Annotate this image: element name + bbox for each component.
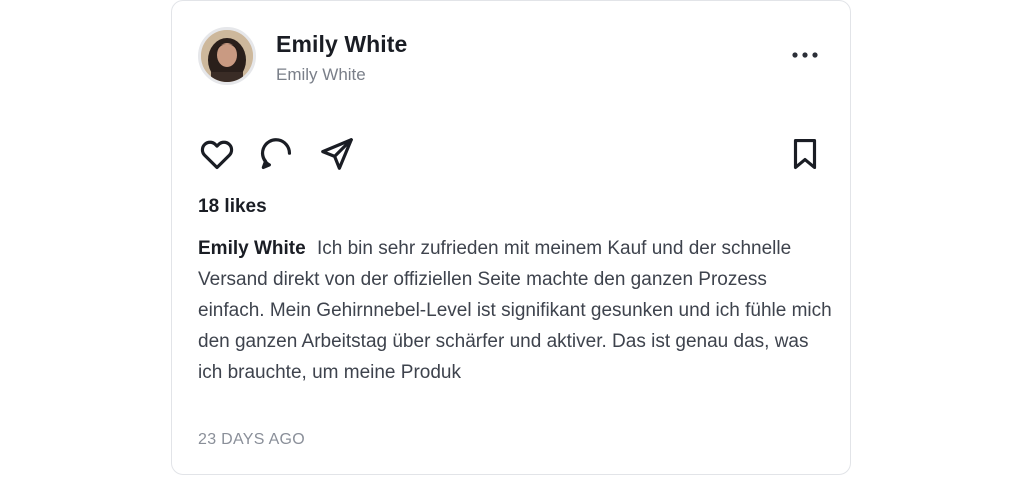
caption-author[interactable]: Emily White <box>198 238 306 259</box>
comment-icon[interactable] <box>257 135 295 173</box>
post-timestamp: 23 DAYS AGO <box>198 431 306 448</box>
caption-text: Ich bin sehr zufrieden mit meinem Kauf u… <box>198 238 832 383</box>
likes-count[interactable]: 18 likes <box>198 196 267 218</box>
send-icon[interactable] <box>318 135 356 173</box>
bookmark-icon[interactable] <box>786 135 824 173</box>
avatar-image <box>201 30 253 82</box>
author-name[interactable]: Emily White <box>276 31 407 58</box>
post-actions <box>198 135 824 175</box>
post-caption: Emily White Ich bin sehr zufrieden mit m… <box>198 233 838 388</box>
avatar[interactable] <box>198 27 256 85</box>
heart-icon[interactable] <box>198 135 236 173</box>
author-handle[interactable]: Emily White <box>276 65 366 85</box>
more-horizontal-icon[interactable] <box>790 43 820 67</box>
post-header: Emily White Emily White <box>198 25 824 87</box>
post-card: Emily White Emily White 18 likes Emily W… <box>171 0 851 475</box>
